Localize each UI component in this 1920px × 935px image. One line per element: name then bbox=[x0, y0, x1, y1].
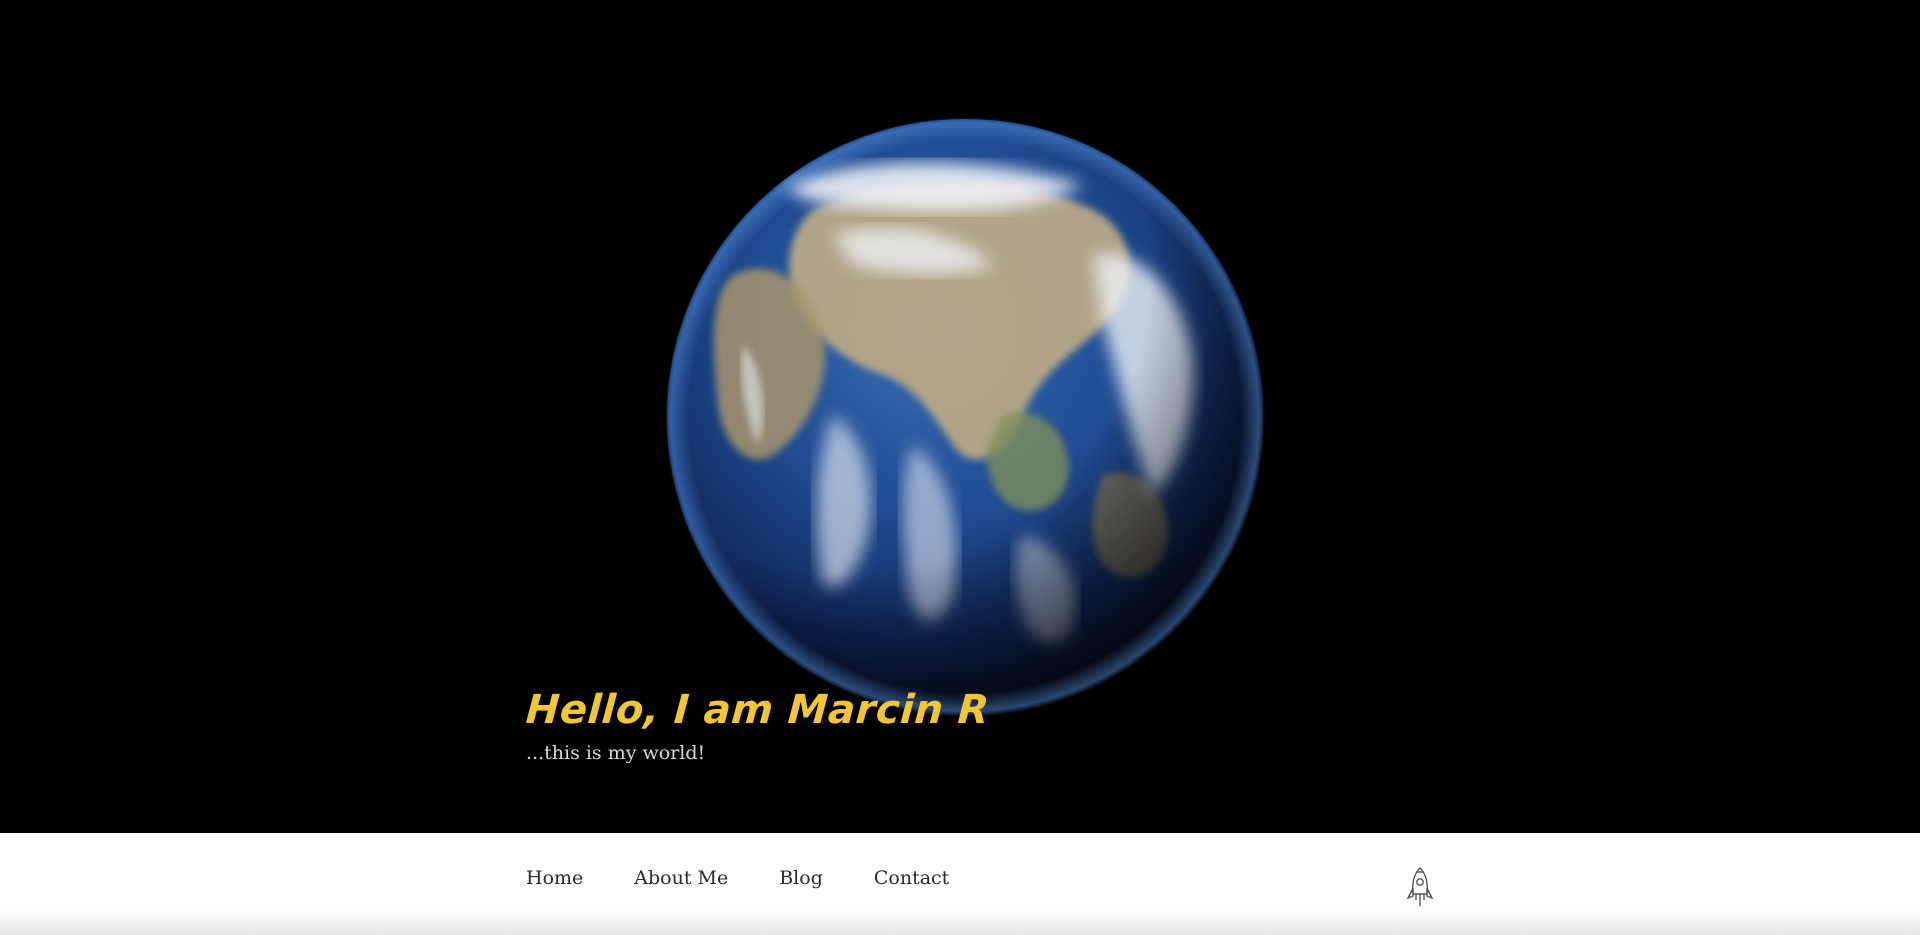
hero-text: Hello, I am Marcin R ...this is my world… bbox=[524, 682, 991, 766]
nav-item-blog[interactable]: Blog bbox=[779, 866, 823, 890]
nav-item-about-me[interactable]: About Me bbox=[634, 866, 728, 890]
nav-item-contact[interactable]: Contact bbox=[874, 866, 949, 890]
navbar-shadow bbox=[0, 909, 1920, 935]
nav-menu: Home About Me Blog Contact bbox=[526, 866, 1000, 890]
hero-title: Hello, I am Marcin R bbox=[524, 687, 991, 733]
hero-banner: Hello, I am Marcin R ...this is my world… bbox=[0, 0, 1920, 833]
rocket-icon[interactable] bbox=[1404, 866, 1436, 910]
hero-subtitle: ...this is my world! bbox=[526, 742, 706, 764]
navigation-bar: Home About Me Blog Contact bbox=[0, 833, 1920, 935]
earth-image bbox=[663, 115, 1268, 720]
earth-globe-icon bbox=[665, 117, 1265, 717]
nav-item-home[interactable]: Home bbox=[526, 866, 583, 890]
